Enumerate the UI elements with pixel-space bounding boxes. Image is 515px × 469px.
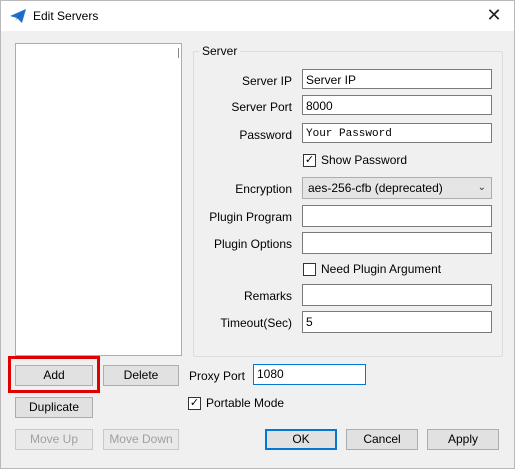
server-group-legend: Server (199, 44, 241, 58)
window-title: Edit Servers (33, 9, 99, 23)
portable-mode-checkmark-icon: ✓ (188, 396, 201, 410)
portable-mode-label: Portable Mode (206, 396, 285, 410)
password-input[interactable]: Your Password (302, 123, 492, 143)
proxy-port-input[interactable]: 1080 (253, 364, 366, 385)
password-label: Password (239, 128, 292, 142)
close-icon[interactable]: ✕ (474, 1, 514, 31)
server-ip-label: Server IP (241, 74, 292, 88)
remarks-input[interactable] (302, 284, 492, 306)
server-ip-input[interactable]: Server IP (302, 69, 492, 89)
encryption-select[interactable]: aes-256-cfb (deprecated) ⌄ (302, 177, 492, 199)
need-plugin-argument-label: Need Plugin Argument (321, 262, 442, 276)
show-password-checkmark-icon: ✓ (303, 153, 316, 167)
remarks-label: Remarks (243, 289, 292, 303)
server-port-input[interactable]: 8000 (302, 95, 492, 115)
show-password-label: Show Password (321, 153, 408, 167)
need-plugin-argument-checkbox[interactable]: Need Plugin Argument (303, 262, 441, 276)
title-bar: Edit Servers ✕ (1, 1, 514, 31)
timeout-label: Timeout(Sec) (220, 316, 292, 330)
chevron-down-icon: ⌄ (477, 182, 486, 193)
paper-plane-icon (10, 9, 26, 23)
need-plugin-argument-box (303, 262, 316, 276)
encryption-label: Encryption (235, 182, 292, 196)
delete-button[interactable]: Delete (103, 365, 179, 386)
plugin-options-label: Plugin Options (213, 237, 292, 251)
apply-button[interactable]: Apply (427, 429, 499, 450)
move-down-button[interactable]: Move Down (103, 429, 179, 450)
edit-servers-window: Edit Servers ✕ Server Server IP Server I… (0, 0, 515, 469)
plugin-program-input[interactable] (302, 205, 492, 227)
server-port-label: Server Port (231, 100, 292, 114)
plugin-options-input[interactable] (302, 232, 492, 254)
timeout-input[interactable]: 5 (302, 311, 492, 333)
server-list[interactable] (15, 43, 182, 356)
proxy-port-label: Proxy Port (189, 369, 246, 383)
ok-button[interactable]: OK (265, 429, 337, 450)
duplicate-button[interactable]: Duplicate (15, 397, 93, 418)
move-up-button[interactable]: Move Up (15, 429, 93, 450)
list-scroll-indicator (178, 48, 179, 58)
portable-mode-checkbox[interactable]: ✓ Portable Mode (188, 396, 284, 410)
plugin-program-label: Plugin Program (209, 210, 292, 224)
encryption-value: aes-256-cfb (deprecated) (308, 181, 443, 195)
show-password-checkbox[interactable]: ✓ Show Password (303, 153, 407, 167)
cancel-button[interactable]: Cancel (346, 429, 418, 450)
add-button[interactable]: Add (15, 365, 93, 386)
